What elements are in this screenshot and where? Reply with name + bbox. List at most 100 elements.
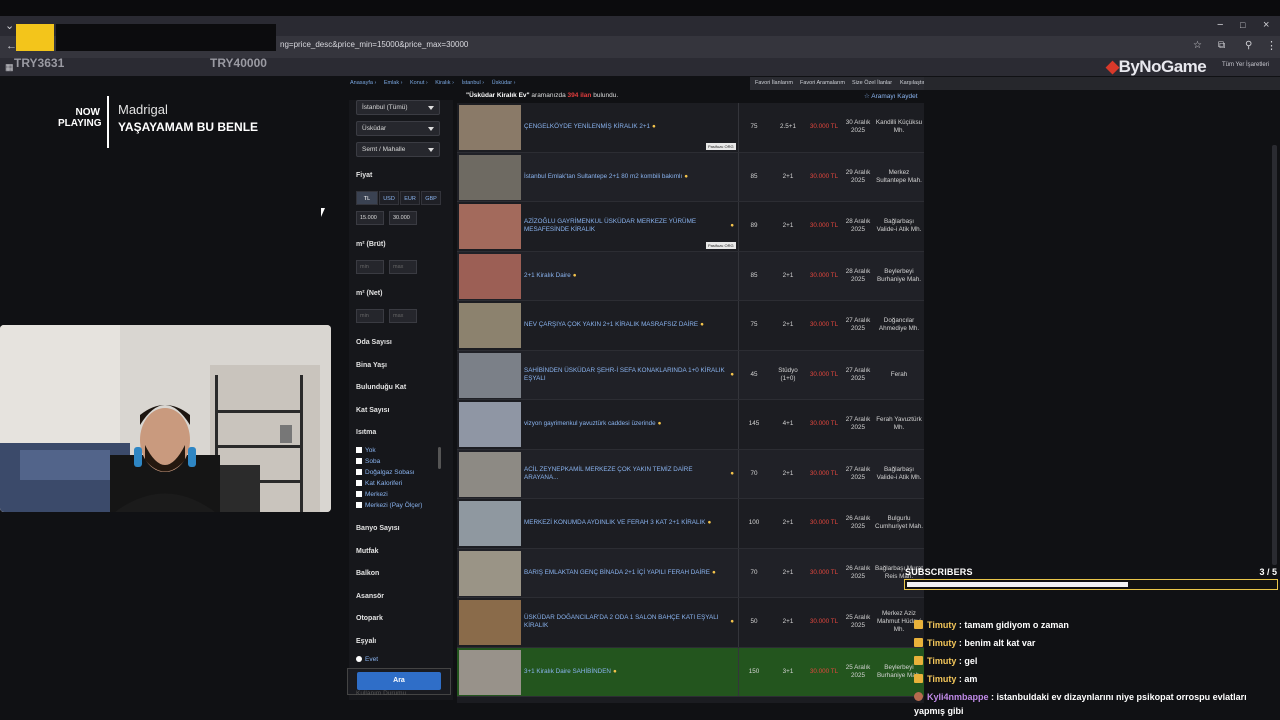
checkbox[interactable] (356, 469, 362, 475)
checkbox[interactable] (356, 502, 362, 508)
listing-title-text[interactable]: ACİL ZEYNEPKAMİL MERKEZE ÇOK YAKIN TEMİZ… (524, 466, 728, 482)
m2-net-max-input[interactable]: max (389, 309, 417, 323)
listing-title[interactable]: MERKEZİ KONUMDA AYDINLIK VE FERAH 3 KAT … (524, 499, 734, 548)
listing-title[interactable]: BARIŞ EMLAKTAN GENÇ BİNADA 2+1 İÇİ YAPIL… (524, 549, 734, 598)
m2-brut-max-input[interactable]: max (389, 260, 417, 274)
listing-row[interactable]: MERKEZİ KONUMDA AYDINLIK VE FERAH 3 KAT … (457, 499, 924, 549)
minimize-button[interactable]: − (1217, 18, 1223, 32)
bookmark-star-icon[interactable]: ☆ (1193, 39, 1202, 53)
m2-net-min-input[interactable]: min (356, 309, 384, 323)
nav-size-ozel-ilanlar[interactable]: Size Özel İlanlar (852, 80, 892, 86)
all-bookmarks-link[interactable]: Tüm Yer İşaretleri (1222, 62, 1269, 68)
checkbox[interactable] (356, 447, 362, 453)
listing-row[interactable]: vizyon gayrimenkul yavuztürk caddesi üze… (457, 400, 924, 450)
filter-isitma[interactable]: Isıtma (356, 429, 376, 436)
listing-thumbnail[interactable] (459, 204, 521, 249)
listing-row[interactable]: ÇENGELKÖYDE YENİLENMİŞ KİRALIK 2+1 ● Pasif… (457, 103, 924, 153)
heating-option[interactable]: Merkezi (356, 491, 388, 498)
checkbox[interactable] (356, 480, 362, 486)
listing-title[interactable]: ACİL ZEYNEPKAMİL MERKEZE ÇOK YAKIN TEMİZ… (524, 450, 734, 499)
listing-thumbnail[interactable] (459, 451, 521, 497)
profile-icon[interactable]: ⚲ (1245, 39, 1252, 53)
currency-usd[interactable]: USD (379, 191, 399, 205)
breadcrumb-emlak[interactable]: Emlak › (384, 80, 403, 86)
nav-favori-ilanlarim[interactable]: Favori İlanlarım (755, 80, 793, 86)
heating-option[interactable]: Merkezi (Pay Ölçer) (356, 502, 422, 509)
listing-title-text[interactable]: 2+1 Kiralık Daire (524, 272, 571, 280)
apps-icon[interactable]: ▦ (5, 60, 14, 74)
currency-gbp[interactable]: GBP (421, 191, 441, 205)
listing-thumbnail[interactable] (459, 303, 521, 348)
heating-option[interactable]: Soba (356, 458, 380, 465)
nav-karsilastir[interactable]: Karşılaştır (900, 80, 925, 86)
listing-thumbnail[interactable] (459, 501, 521, 546)
breadcrumb-uskudar[interactable]: Üsküdar › (492, 80, 516, 86)
checkbox[interactable] (356, 458, 362, 464)
listing-thumbnail[interactable] (459, 105, 521, 150)
listing-title[interactable]: 3+1 Kiralık Daire SAHİBİNDEN ● (524, 648, 734, 697)
listing-title-text[interactable]: BARIŞ EMLAKTAN GENÇ BİNADA 2+1 İÇİ YAPIL… (524, 569, 710, 577)
listing-title[interactable]: ÜSKÜDAR DOĞANCILAR'DA 2 ODA 1 SALON BAHÇ… (524, 598, 734, 647)
checkbox[interactable] (356, 491, 362, 497)
listing-title-text[interactable]: ÇENGELKÖYDE YENİLENMİŞ KİRALIK 2+1 (524, 123, 650, 131)
price-min-input[interactable]: 15.000 (356, 211, 384, 225)
listing-thumbnail[interactable] (459, 600, 521, 645)
filter-mutfak[interactable]: Mutfak (356, 548, 379, 555)
nav-favori-aramalarim[interactable]: Favori Aramalarım (800, 80, 845, 86)
listing-row[interactable]: ÜSKÜDAR DOĞANCILAR'DA 2 ODA 1 SALON BAHÇ… (457, 598, 924, 648)
listing-row[interactable]: 2+1 Kiralık Daire ● 85 2+1 30.000 TL 28 Aralı… (457, 251, 924, 301)
listing-row[interactable]: SAHİBİNDEN ÜSKÜDAR ŞEHR-İ SEFA KONAKLARI… (457, 350, 924, 400)
maximize-button[interactable]: □ (1240, 18, 1245, 32)
district-select[interactable]: Üsküdar (356, 121, 440, 136)
listing-row[interactable]: AZİZOĞLU GAYRİMENKUL ÜSKÜDAR MERKEZE YÜR… (457, 202, 924, 252)
filter-kat-sayisi[interactable]: Kat Sayısı (356, 407, 389, 414)
listing-title-text[interactable]: AZİZOĞLU GAYRİMENKUL ÜSKÜDAR MERKEZE YÜR… (524, 218, 728, 234)
listing-title[interactable]: 2+1 Kiralık Daire ● (524, 252, 734, 301)
filter-otopark[interactable]: Otopark (356, 615, 383, 622)
currency-eur[interactable]: EUR (400, 191, 420, 205)
filter-oda-sayisi[interactable]: Oda Sayısı (356, 339, 392, 346)
m2-brut-min-input[interactable]: min (356, 260, 384, 274)
listing-thumbnail[interactable] (459, 352, 521, 398)
listing-row[interactable]: 3+1 Kiralık Daire SAHİBİNDEN ● 150 3+1 30.00… (457, 647, 924, 697)
filter-kullanim-durumu[interactable]: Kullanım Durumu (356, 690, 406, 697)
listing-title[interactable]: vizyon gayrimenkul yavuztürk caddesi üze… (524, 400, 734, 449)
tab-list-icon[interactable]: ⌄ (5, 19, 14, 33)
neighborhood-select[interactable]: Semt / Mahalle (356, 142, 440, 157)
search-button[interactable]: Ara (357, 672, 441, 690)
page-scrollbar[interactable] (1272, 145, 1277, 565)
listing-title[interactable]: NEV ÇARŞIYA ÇOK YAKIN 2+1 KİRALIK MASRAF… (524, 301, 734, 350)
listing-title[interactable]: SAHİBİNDEN ÜSKÜDAR ŞEHR-İ SEFA KONAKLARI… (524, 351, 734, 400)
listing-thumbnail[interactable] (459, 253, 521, 299)
filter-esyali[interactable]: Eşyalı (356, 638, 376, 645)
listing-title-text[interactable]: İstanbul Emlak'tan Sultantepe 2+1 80 m2 … (524, 173, 682, 181)
breadcrumb-istanbul[interactable]: İstanbul › (461, 80, 484, 86)
listing-thumbnail[interactable] (459, 550, 521, 596)
filter-bina-yasi[interactable]: Bina Yaşı (356, 362, 387, 369)
heating-option[interactable]: Yok (356, 447, 376, 454)
url-text[interactable]: ng=price_desc&price_min=15000&price_max=… (280, 40, 468, 49)
breadcrumb-konut[interactable]: Konut › (410, 80, 428, 86)
esyali-option[interactable]: Evet (356, 656, 378, 663)
listing-title[interactable]: AZİZOĞLU GAYRİMENKUL ÜSKÜDAR MERKEZE YÜR… (524, 202, 734, 251)
listing-thumbnail[interactable] (459, 402, 521, 447)
radio[interactable] (356, 656, 362, 662)
listing-thumbnail[interactable] (459, 649, 521, 695)
close-window-button[interactable]: × (1263, 18, 1269, 32)
save-search-link[interactable]: ☆ Aramayı Kaydet (864, 92, 918, 100)
listing-row[interactable]: ACİL ZEYNEPKAMİL MERKEZE ÇOK YAKIN TEMİZ… (457, 449, 924, 499)
listing-title[interactable]: ÇENGELKÖYDE YENİLENMİŞ KİRALIK 2+1 ● (524, 103, 734, 152)
listing-title-text[interactable]: 3+1 Kiralık Daire SAHİBİNDEN (524, 668, 611, 676)
heating-scrollbar[interactable] (438, 447, 441, 469)
extensions-icon[interactable]: ⧉ (1218, 39, 1225, 53)
filter-banyo-sayisi[interactable]: Banyo Sayısı (356, 525, 400, 532)
heating-option[interactable]: Doğalgaz Sobası (356, 469, 415, 476)
menu-icon[interactable]: ⋮ (1266, 39, 1277, 53)
listing-title-text[interactable]: SAHİBİNDEN ÜSKÜDAR ŞEHR-İ SEFA KONAKLARI… (524, 367, 728, 383)
listing-row[interactable]: BARIŞ EMLAKTAN GENÇ BİNADA 2+1 İÇİ YAPIL… (457, 548, 924, 598)
listing-title-text[interactable]: MERKEZİ KONUMDA AYDINLIK VE FERAH 3 KAT … (524, 519, 705, 527)
listing-title-text[interactable]: NEV ÇARŞIYA ÇOK YAKIN 2+1 KİRALIK MASRAF… (524, 321, 698, 329)
listing-title-text[interactable]: ÜSKÜDAR DOĞANCILAR'DA 2 ODA 1 SALON BAHÇ… (524, 614, 728, 630)
city-select[interactable]: İstanbul (Tümü) (356, 100, 440, 115)
listing-thumbnail[interactable] (459, 154, 521, 200)
